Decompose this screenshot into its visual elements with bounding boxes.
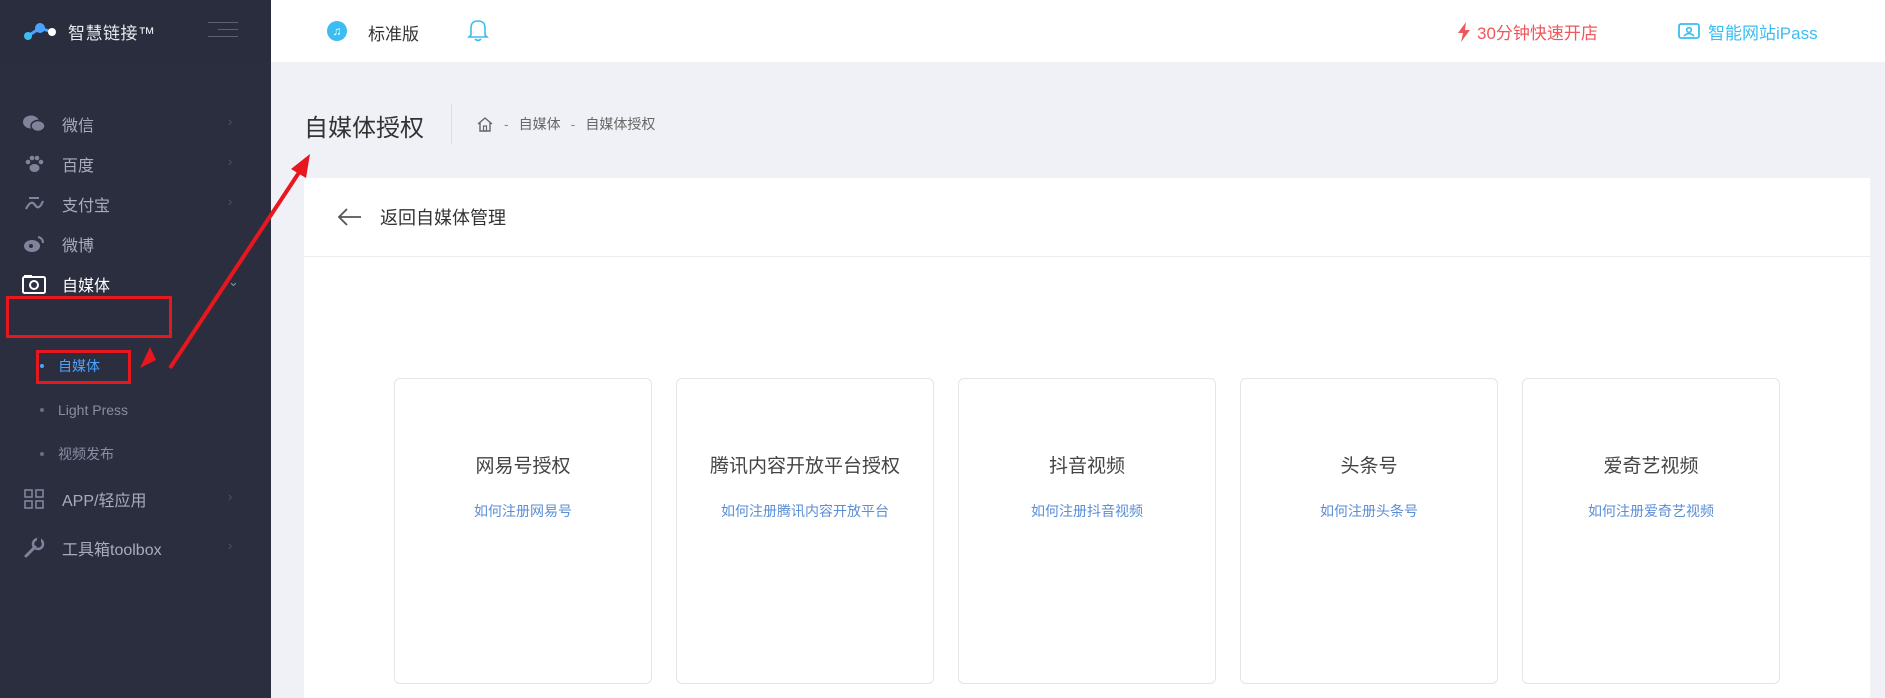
submenu-item-video-publish[interactable]: 视频发布 bbox=[40, 439, 114, 469]
promo-label: 30分钟快速开店 bbox=[1477, 24, 1598, 43]
breadcrumb-item: 自媒体授权 bbox=[585, 116, 656, 132]
sidebar-item-label: APP/轻应用 bbox=[62, 493, 147, 510]
logo-icon bbox=[24, 23, 56, 40]
card-douyin[interactable]: 抖音视频 如何注册抖音视频 bbox=[958, 378, 1216, 684]
wrench-icon bbox=[22, 536, 46, 560]
sidebar-item-toolbox[interactable]: 工具箱toolbox › bbox=[0, 524, 271, 572]
submenu-item-label: Light Press bbox=[58, 402, 129, 418]
sidebar: 智慧链接™ 微信 › 百度 › 支付宝 › 微博 自媒体 ⌄ APP/轻应用 ›… bbox=[0, 0, 271, 698]
wechat-icon bbox=[22, 112, 46, 136]
quick-start-link[interactable]: 30分钟快速开店 bbox=[1457, 19, 1598, 44]
sidebar-item-app[interactable]: APP/轻应用 › bbox=[0, 475, 271, 523]
card-netease[interactable]: 网易号授权 如何注册网易号 bbox=[394, 378, 652, 684]
breadcrumb-item[interactable]: 自媒体 bbox=[519, 114, 561, 134]
sidebar-item-label: 微博 bbox=[62, 238, 95, 255]
chevron-right-icon: › bbox=[228, 154, 233, 169]
annotation-box-media bbox=[6, 296, 172, 338]
card-title: 头条号 bbox=[1340, 456, 1398, 477]
monitor-icon bbox=[1678, 22, 1700, 39]
camera-icon bbox=[22, 272, 46, 296]
card-help-link[interactable]: 如何注册网易号 bbox=[395, 501, 651, 521]
music-note-icon: ♫ bbox=[327, 21, 347, 41]
card-help-link[interactable]: 如何注册爱奇艺视频 bbox=[1523, 501, 1779, 521]
back-label: 返回自媒体管理 bbox=[380, 208, 506, 228]
sidebar-item-label: 支付宝 bbox=[62, 198, 111, 215]
card-help-link[interactable]: 如何注册抖音视频 bbox=[959, 501, 1215, 521]
card-help-link[interactable]: 如何注册头条号 bbox=[1241, 501, 1497, 521]
page-title: 自媒体授权 bbox=[304, 115, 424, 142]
bullet-icon bbox=[40, 408, 44, 412]
card-tencent[interactable]: 腾讯内容开放平台授权 如何注册腾讯内容开放平台 bbox=[676, 378, 934, 684]
card-title: 爱奇艺视频 bbox=[1603, 456, 1699, 477]
main-panel: 返回自媒体管理 网易号授权 如何注册网易号 腾讯内容开放平台授权 如何注册腾讯内… bbox=[304, 178, 1870, 698]
annotation-box-submenu bbox=[36, 350, 131, 384]
submenu-item-light-press[interactable]: Light Press bbox=[40, 395, 128, 425]
ipass-label: 智能网站iPass bbox=[1708, 24, 1818, 43]
lightning-icon bbox=[1458, 21, 1470, 42]
breadcrumb: - 自媒体 - 自媒体授权 bbox=[476, 114, 655, 134]
edition-label[interactable]: 标准版 bbox=[368, 20, 419, 45]
weibo-icon bbox=[22, 232, 46, 256]
card-toutiao[interactable]: 头条号 如何注册头条号 bbox=[1240, 378, 1498, 684]
arrow-left-icon bbox=[337, 208, 361, 226]
chevron-right-icon: › bbox=[228, 114, 233, 129]
ipass-link[interactable]: 智能网站iPass bbox=[1678, 19, 1818, 44]
breadcrumb-separator: - bbox=[504, 116, 509, 132]
sidebar-item-label: 微信 bbox=[62, 118, 95, 135]
chevron-right-icon: › bbox=[228, 538, 233, 553]
home-icon[interactable] bbox=[476, 116, 494, 132]
grid-icon bbox=[22, 487, 46, 511]
app-name: 智慧链接™ bbox=[68, 23, 156, 43]
bell-icon[interactable] bbox=[467, 18, 489, 42]
sidebar-item-label: 百度 bbox=[62, 158, 95, 175]
submenu-item-label: 视频发布 bbox=[58, 446, 114, 462]
card-iqiyi[interactable]: 爱奇艺视频 如何注册爱奇艺视频 bbox=[1522, 378, 1780, 684]
sidebar-item-label: 工具箱toolbox bbox=[62, 542, 162, 559]
sidebar-item-label: 自媒体 bbox=[62, 278, 111, 295]
chevron-down-icon: ⌄ bbox=[228, 274, 239, 289]
top-header: ♫ 标准版 30分钟快速开店 智能网站iPass bbox=[271, 0, 1885, 62]
annotation-arrowhead-title bbox=[291, 154, 310, 178]
chevron-right-icon: › bbox=[228, 489, 233, 504]
card-title: 抖音视频 bbox=[1048, 456, 1125, 477]
back-link[interactable]: 返回自媒体管理 bbox=[304, 178, 1870, 257]
paw-icon bbox=[22, 152, 46, 176]
bullet-icon bbox=[40, 452, 44, 456]
card-title: 腾讯内容开放平台授权 bbox=[709, 456, 900, 477]
card-help-link[interactable]: 如何注册腾讯内容开放平台 bbox=[677, 501, 933, 521]
card-title: 网易号授权 bbox=[475, 456, 571, 477]
chevron-right-icon: › bbox=[228, 194, 233, 209]
menu-toggle-icon[interactable] bbox=[208, 22, 238, 40]
breadcrumb-separator: - bbox=[570, 116, 576, 132]
alipay-icon bbox=[22, 192, 46, 216]
title-divider bbox=[451, 104, 452, 144]
